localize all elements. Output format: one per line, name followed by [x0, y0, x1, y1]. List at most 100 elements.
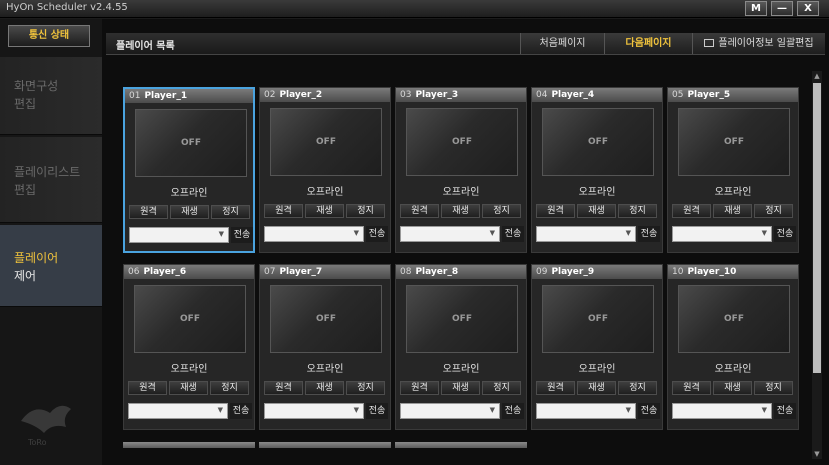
player-header: 05 Player_5: [668, 88, 798, 102]
player-name: Player_6: [143, 267, 187, 277]
send-button[interactable]: 전송: [366, 226, 388, 242]
play-button[interactable]: 재생: [713, 204, 752, 218]
schedule-select[interactable]: ▼: [536, 403, 636, 419]
nav-item-playlist-edit[interactable]: 플레이리스트 편집: [0, 137, 102, 223]
stop-button[interactable]: 정지: [210, 381, 249, 395]
nav-item-player-control[interactable]: 플레이어 제어: [0, 225, 102, 307]
play-button[interactable]: 재생: [441, 204, 480, 218]
remote-button[interactable]: 원격: [264, 204, 303, 218]
close-button[interactable]: X: [797, 1, 819, 16]
player-card-7[interactable]: 07 Player_7 OFF 오프라인 원격 재생 정지 ▼ 전송: [259, 264, 391, 430]
remote-button[interactable]: 원격: [128, 381, 167, 395]
nav-label-sub: 제어: [14, 269, 37, 283]
stop-button[interactable]: 정지: [618, 381, 657, 395]
menu-button[interactable]: M: [745, 1, 767, 16]
player-screen: OFF: [270, 285, 382, 353]
player-number: 09: [536, 267, 548, 277]
player-screen: OFF: [542, 108, 654, 176]
send-button[interactable]: 전송: [774, 403, 796, 419]
player-screen: OFF: [406, 285, 518, 353]
remote-button[interactable]: 원격: [536, 381, 575, 395]
nav-label: 플레이리스트: [14, 165, 81, 179]
stop-button[interactable]: 정지: [618, 204, 657, 218]
player-card-6[interactable]: 06 Player_6 OFF 오프라인 원격 재생 정지 ▼ 전송: [123, 264, 255, 430]
schedule-select[interactable]: ▼: [129, 227, 229, 243]
player-card-9[interactable]: 09 Player_9 OFF 오프라인 원격 재생 정지 ▼ 전송: [531, 264, 663, 430]
first-page-button[interactable]: 처음페이지: [520, 33, 604, 54]
nav-label-sub: 편집: [14, 97, 37, 111]
stop-button[interactable]: 정지: [346, 381, 385, 395]
remote-button[interactable]: 원격: [536, 204, 575, 218]
stop-button[interactable]: 정지: [754, 381, 793, 395]
remote-button[interactable]: 원격: [400, 381, 439, 395]
remote-button[interactable]: 원격: [672, 381, 711, 395]
stop-button[interactable]: 정지: [211, 205, 250, 219]
send-button[interactable]: 전송: [638, 226, 660, 242]
player-header: 04 Player_4: [532, 88, 662, 102]
schedule-select[interactable]: ▼: [672, 226, 772, 242]
player-grid: 01 Player_1 OFF 오프라인 원격 재생 정지 ▼ 전송 02 Play…: [114, 67, 807, 457]
player-name: Player_10: [687, 267, 737, 277]
player-card-8[interactable]: 08 Player_8 OFF 오프라인 원격 재생 정지 ▼ 전송: [395, 264, 527, 430]
send-button[interactable]: 전송: [230, 403, 252, 419]
bulk-edit-button[interactable]: 플레이어정보 일괄편집: [692, 33, 825, 54]
player-header: 09 Player_9: [532, 265, 662, 279]
play-button[interactable]: 재생: [170, 205, 209, 219]
play-button[interactable]: 재생: [305, 204, 344, 218]
vertical-scrollbar[interactable]: ▲ ▼: [812, 71, 822, 459]
send-button[interactable]: 전송: [502, 226, 524, 242]
remote-button[interactable]: 원격: [672, 204, 711, 218]
schedule-select[interactable]: ▼: [264, 403, 364, 419]
schedule-select[interactable]: ▼: [400, 226, 500, 242]
player-name: Player_4: [551, 90, 595, 100]
remote-button[interactable]: 원격: [264, 381, 303, 395]
send-button[interactable]: 전송: [366, 403, 388, 419]
player-screen: OFF: [678, 108, 790, 176]
player-screen: OFF: [134, 285, 246, 353]
remote-button[interactable]: 원격: [129, 205, 168, 219]
play-button[interactable]: 재생: [305, 381, 344, 395]
player-name: Player_9: [551, 267, 595, 277]
player-number: 10: [672, 267, 684, 277]
schedule-select[interactable]: ▼: [536, 226, 636, 242]
player-card-10[interactable]: 10 Player_10 OFF 오프라인 원격 재생 정지 ▼ 전송: [667, 264, 799, 430]
status-button[interactable]: 통신 상태: [8, 25, 90, 47]
play-button[interactable]: 재생: [713, 381, 752, 395]
player-card-partial: [259, 442, 391, 448]
player-card-4[interactable]: 04 Player_4 OFF 오프라인 원격 재생 정지 ▼ 전송: [531, 87, 663, 253]
nav-item-screen-edit[interactable]: 화면구성 편집: [0, 57, 102, 135]
stop-button[interactable]: 정지: [482, 204, 521, 218]
player-card-5[interactable]: 05 Player_5 OFF 오프라인 원격 재생 정지 ▼ 전송: [667, 87, 799, 253]
stop-button[interactable]: 정지: [754, 204, 793, 218]
send-button[interactable]: 전송: [774, 226, 796, 242]
player-card-1[interactable]: 01 Player_1 OFF 오프라인 원격 재생 정지 ▼ 전송: [123, 87, 255, 253]
minimize-button[interactable]: —: [771, 1, 793, 16]
scrollbar-thumb[interactable]: [813, 83, 821, 373]
next-page-button[interactable]: 다음페이지: [604, 33, 692, 54]
main-panel: 플레이어 목록 처음페이지 다음페이지 플레이어정보 일괄편집 01 Player…: [102, 19, 829, 465]
play-button[interactable]: 재생: [441, 381, 480, 395]
chevron-down-icon: ▼: [489, 229, 495, 237]
schedule-select[interactable]: ▼: [264, 226, 364, 242]
play-button[interactable]: 재생: [577, 381, 616, 395]
schedule-select[interactable]: ▼: [128, 403, 228, 419]
bulk-edit-label: 플레이어정보 일괄편집: [718, 38, 814, 49]
remote-button[interactable]: 원격: [400, 204, 439, 218]
player-card-3[interactable]: 03 Player_3 OFF 오프라인 원격 재생 정지 ▼ 전송: [395, 87, 527, 253]
schedule-select[interactable]: ▼: [672, 403, 772, 419]
play-button[interactable]: 재생: [577, 204, 616, 218]
scroll-up-icon[interactable]: ▲: [812, 71, 822, 81]
player-card-2[interactable]: 02 Player_2 OFF 오프라인 원격 재생 정지 ▼ 전송: [259, 87, 391, 253]
play-button[interactable]: 재생: [169, 381, 208, 395]
send-button[interactable]: 전송: [231, 227, 253, 243]
player-name: Player_3: [415, 90, 459, 100]
stop-button[interactable]: 정지: [482, 381, 521, 395]
player-number: 02: [264, 90, 276, 100]
player-screen: OFF: [406, 108, 518, 176]
player-status: 오프라인: [170, 188, 208, 199]
send-button[interactable]: 전송: [638, 403, 660, 419]
send-button[interactable]: 전송: [502, 403, 524, 419]
scroll-down-icon[interactable]: ▼: [812, 449, 822, 459]
schedule-select[interactable]: ▼: [400, 403, 500, 419]
stop-button[interactable]: 정지: [346, 204, 385, 218]
